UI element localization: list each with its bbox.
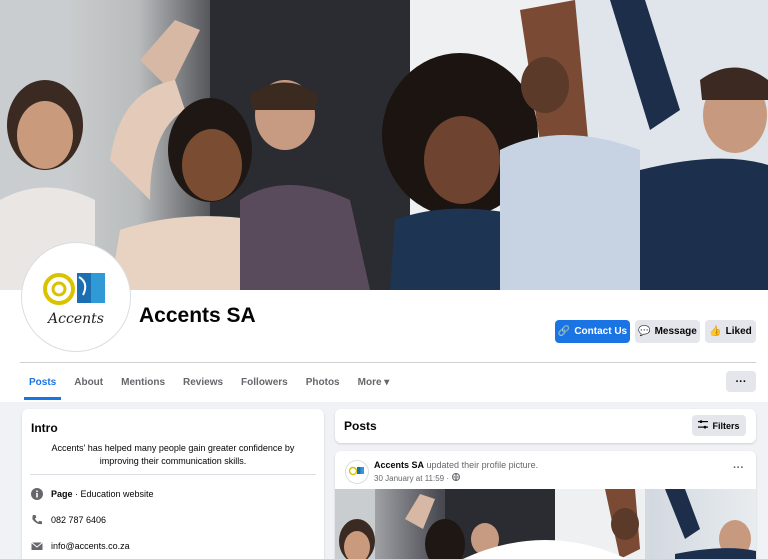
cover-photo-illustration [0,0,768,290]
phone-icon [31,514,43,526]
more-options-button[interactable]: ··· [726,371,756,392]
messenger-icon: 💬 [638,325,651,337]
profile-picture[interactable]: Accents [22,243,130,351]
link-icon: 🔗 [557,325,571,337]
header-divider [20,362,756,363]
post-timestamp[interactable]: 30 January at 11:59 · [374,474,449,483]
intro-card: Intro Accents' has helped many people ga… [22,409,324,559]
intro-phone: 082 787 6406 [31,514,106,526]
facebook-page: Accents Accents SA 🔗 Contact Us 💬 Messag… [0,0,768,559]
sliders-icon [698,420,709,431]
thumbs-up-icon: 👍 [709,325,722,337]
post-timestamp-row: 30 January at 11:59 · [374,473,461,483]
post-image[interactable] [335,489,756,559]
post-action-text: updated their profile picture. [424,460,539,470]
posts-header-card: Posts Filters [335,409,756,443]
intro-title: Intro [31,421,58,435]
page-category: · Education website [72,489,154,499]
intro-description: Accents' has helped many people gain gre… [51,443,295,466]
liked-label: Liked [725,326,752,337]
message-button[interactable]: 💬 Message [635,320,700,343]
message-label: Message [654,326,697,337]
accents-logo-small [348,466,364,476]
post-author-name[interactable]: Accents SA [374,460,424,470]
tab-more[interactable]: More ▾ [349,364,399,400]
post-card: Accents SA updated their profile picture… [335,451,756,559]
globe-icon [452,473,461,483]
email-icon [31,540,43,552]
filters-label: Filters [712,420,740,431]
page-tabs: Posts About Mentions Reviews Followers P… [20,364,398,400]
page-type-label: Page [51,489,73,499]
info-icon [31,488,43,500]
post-author-avatar[interactable] [345,460,369,484]
tab-about[interactable]: About [65,364,112,400]
cover-photo[interactable] [0,0,768,290]
page-title: Accents SA [139,304,256,327]
tab-photos[interactable]: Photos [297,364,349,400]
contact-us-button[interactable]: 🔗 Contact Us [555,320,630,343]
liked-button[interactable]: 👍 Liked [705,320,756,343]
tab-followers[interactable]: Followers [232,364,297,400]
intro-divider [30,474,316,475]
svg-text:Accents: Accents [46,311,104,327]
tab-posts[interactable]: Posts [20,364,65,400]
email-address[interactable]: info@accents.co.za [51,541,130,551]
filters-button[interactable]: Filters [692,415,746,436]
intro-email: info@accents.co.za [31,540,130,552]
post-options-button[interactable]: ··· [733,462,744,474]
tab-mentions[interactable]: Mentions [112,364,174,400]
accents-logo: Accents [43,273,105,327]
post-header-line: Accents SA updated their profile picture… [374,460,538,470]
contact-us-label: Contact Us [574,326,628,337]
intro-page-category: Page · Education website [31,488,154,500]
posts-title: Posts [344,419,377,433]
tab-reviews[interactable]: Reviews [174,364,232,400]
post-image-illustration [335,489,756,559]
phone-number[interactable]: 082 787 6406 [51,515,106,525]
